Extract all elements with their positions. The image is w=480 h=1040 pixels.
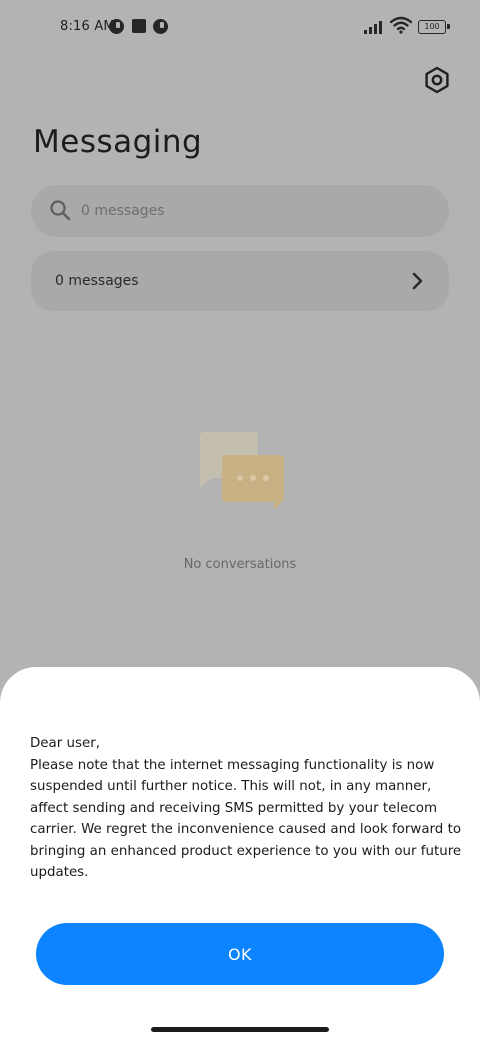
dialog-greeting: Dear user, <box>30 736 100 751</box>
messages-row-label: 0 messages <box>55 273 139 289</box>
gear-icon <box>425 66 449 94</box>
empty-state-text: No conversations <box>183 557 297 572</box>
dialog-body: Please note that the internet messaging … <box>30 757 462 881</box>
messages-row[interactable]: 0 messages <box>31 251 449 311</box>
notification-icon <box>153 19 168 34</box>
battery-icon: 100 <box>418 20 450 34</box>
page-title: Messaging <box>33 124 203 160</box>
notice-dialog: Dear user, Please note that the internet… <box>0 667 480 1040</box>
home-indicator[interactable] <box>151 1027 329 1032</box>
search-input[interactable] <box>81 185 421 237</box>
wifi-icon <box>390 16 412 34</box>
search-icon <box>50 200 71 221</box>
status-time: 8:16 AM <box>60 19 115 34</box>
empty-conversations-icon <box>200 432 284 510</box>
signal-icon <box>364 21 382 34</box>
ok-button[interactable]: OK <box>36 923 444 985</box>
settings-button[interactable] <box>422 65 452 95</box>
dialog-message: Dear user, Please note that the internet… <box>30 733 470 884</box>
notification-square-icon <box>132 19 146 33</box>
chevron-right-icon <box>412 272 423 290</box>
battery-level: 100 <box>424 22 440 31</box>
status-bar: 8:16 AM 100 <box>0 0 480 56</box>
search-bar[interactable] <box>31 185 449 237</box>
notification-icon <box>109 19 124 34</box>
